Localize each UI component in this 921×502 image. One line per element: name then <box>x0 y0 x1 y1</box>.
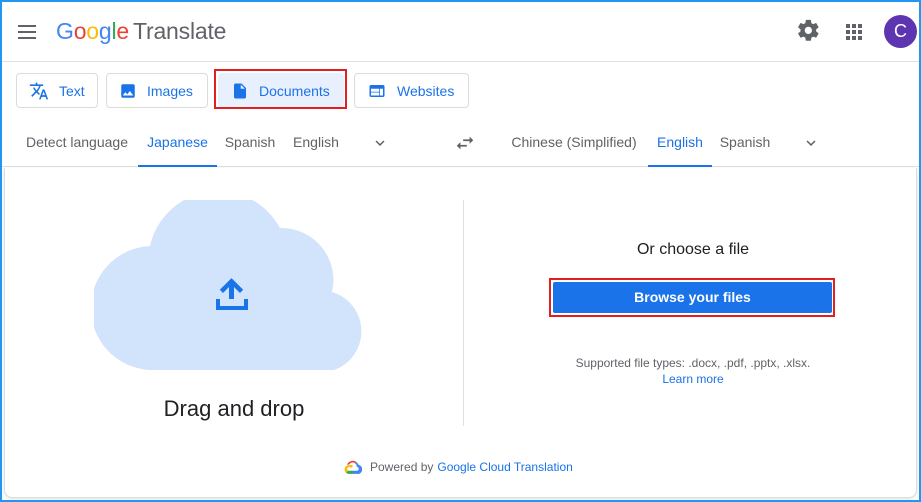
apps-grid-icon[interactable] <box>842 20 866 44</box>
cloud-upload-icon <box>90 191 362 371</box>
target-lang-dropdown-icon[interactable] <box>802 134 820 152</box>
gear-icon[interactable] <box>796 18 822 44</box>
translate-icon <box>29 82 49 99</box>
drop-zone[interactable] <box>90 191 375 371</box>
choose-file-label: Or choose a file <box>636 241 750 258</box>
logo-letter: g <box>98 18 112 44</box>
source-lang-detect[interactable]: Detect language <box>20 118 134 167</box>
language-bar: Detect language Japanese Spanish English… <box>2 118 919 167</box>
swap-languages-icon[interactable] <box>454 132 476 154</box>
source-lang-spanish[interactable]: Spanish <box>221 118 279 167</box>
powered-by: Powered by Google Cloud Translation <box>344 458 573 476</box>
source-lang-english[interactable]: English <box>288 118 344 167</box>
google-cloud-icon <box>344 460 362 474</box>
google-cloud-translation-link[interactable]: Google Cloud Translation <box>437 460 572 474</box>
product-name: Translate <box>133 18 227 44</box>
image-icon <box>121 83 135 98</box>
tab-websites-label: Websites <box>397 82 455 99</box>
source-lang-japanese[interactable]: Japanese <box>138 118 217 167</box>
tab-text-label: Text <box>59 82 85 99</box>
tab-text[interactable]: Text <box>16 73 98 108</box>
google-translate-logo[interactable]: Google Translate <box>56 18 226 45</box>
app-header: Google Translate C <box>2 2 919 62</box>
tab-documents[interactable]: Documents <box>218 73 344 108</box>
tab-websites[interactable]: Websites <box>354 73 469 108</box>
web-icon <box>369 84 385 97</box>
drag-and-drop-label: Drag and drop <box>163 396 305 421</box>
hamburger-icon[interactable] <box>14 18 42 46</box>
panel-divider <box>463 200 464 426</box>
document-icon <box>234 83 246 98</box>
supported-file-types: Supported file types: .docx, .pdf, .pptx… <box>575 356 811 370</box>
browse-files-button[interactable]: Browse your files <box>553 282 832 313</box>
logo-letter: o <box>86 18 99 44</box>
tab-images-label: Images <box>147 82 193 99</box>
tab-documents-label: Documents <box>259 82 330 99</box>
powered-by-text: Powered by <box>370 460 434 474</box>
learn-more-link[interactable]: Learn more <box>620 372 766 386</box>
source-lang-dropdown-icon[interactable] <box>371 134 389 152</box>
target-lang-english[interactable]: English <box>648 118 712 167</box>
tab-images[interactable]: Images <box>106 73 208 108</box>
target-lang-chinese-simplified[interactable]: Chinese (Simplified) <box>504 118 644 167</box>
logo-letter: e <box>116 18 129 44</box>
logo-letter: G <box>56 18 74 44</box>
avatar[interactable]: C <box>884 15 917 48</box>
logo-letter: o <box>73 18 87 44</box>
target-lang-spanish[interactable]: Spanish <box>716 118 774 167</box>
